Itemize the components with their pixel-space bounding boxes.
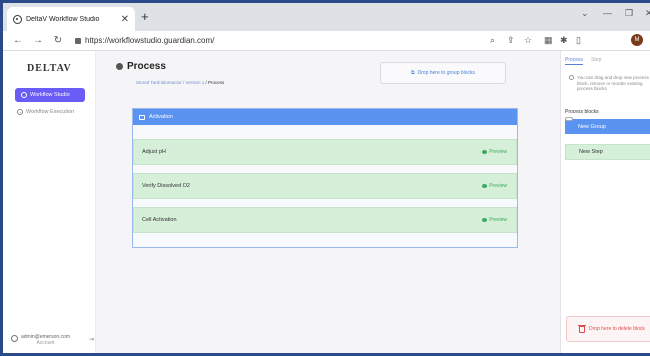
sidebar-item-label: Workflow Studio xyxy=(30,92,70,98)
reload-icon[interactable]: ↻ xyxy=(53,35,63,46)
sidebar-item-workflow-execution[interactable]: Workflow Execution xyxy=(17,109,74,115)
process-group-container[interactable]: Activation Adjust pH Preview Verify Diss… xyxy=(132,108,518,248)
step-block[interactable]: Cell Activation Preview xyxy=(133,207,517,233)
process-icon xyxy=(116,63,123,70)
preview-label: Preview xyxy=(489,217,507,223)
new-group-block[interactable]: New Group xyxy=(565,119,650,134)
page-title: Process xyxy=(116,61,166,72)
tab-close-icon[interactable]: ✕ xyxy=(121,14,129,25)
preview-button[interactable]: Preview xyxy=(482,183,507,189)
group-header[interactable]: Activation xyxy=(133,109,517,125)
sidebar: DELTAV Workflow Studio Workflow Executio… xyxy=(3,51,96,353)
tab-title: DeltaV Workflow Studio xyxy=(26,15,100,23)
tab-process[interactable]: Process xyxy=(565,57,584,65)
trash-icon xyxy=(578,324,586,333)
sidebar-item-workflow-studio[interactable]: Workflow Studio xyxy=(15,88,85,102)
site-favicon-icon xyxy=(13,14,22,24)
user-role: Account xyxy=(36,340,55,346)
new-step-block[interactable]: New Step xyxy=(565,144,650,160)
bookmark-star-icon[interactable]: ☆ xyxy=(524,35,532,46)
tab-bar: DeltaV Workflow Studio ✕ + ⌄ — ❐ ✕ xyxy=(3,3,650,31)
right-panel: Process Step You can drag and drop new p… xyxy=(560,51,650,353)
breadcrumb-current: Process xyxy=(208,80,225,85)
user-icon xyxy=(11,335,18,342)
restore-window-icon[interactable]: ❐ xyxy=(625,8,633,19)
tab-step[interactable]: Step xyxy=(591,57,601,65)
zoom-search-icon[interactable]: ⌕ xyxy=(490,35,495,46)
info-icon xyxy=(569,75,574,80)
section-title: Process blocks xyxy=(565,109,599,115)
step-block[interactable]: Adjust pH Preview xyxy=(133,139,517,165)
address-bar: ← → ↻ https://workflowstudio.guardian.co… xyxy=(3,31,650,51)
studio-icon xyxy=(21,92,27,98)
panel-hint: You can drag and drop new process block,… xyxy=(569,75,650,92)
drop-delete-hint: Drop here to delete block xyxy=(589,326,645,332)
lock-icon[interactable] xyxy=(75,37,81,44)
group-name: Activation xyxy=(149,114,173,120)
block-toggle[interactable] xyxy=(565,117,573,121)
step-block[interactable]: Verify Dissolved O2 Preview xyxy=(133,173,517,199)
close-window-icon[interactable]: ✕ xyxy=(645,8,650,19)
sidebar-item-label: Workflow Execution xyxy=(26,109,75,115)
user-account[interactable]: admin@emerson.com Account xyxy=(11,334,70,346)
panel-tabs: Process Step xyxy=(565,57,609,65)
logout-icon[interactable]: ⇥ xyxy=(89,336,94,343)
main-content: Process Stored Tank Bioreactor / Version… xyxy=(96,51,560,353)
new-group-label: New Group xyxy=(578,123,606,130)
breadcrumb-link[interactable]: Stored Tank Bioreactor / Version 1 xyxy=(136,80,204,85)
deltav-logo: DELTAV xyxy=(27,63,72,74)
drop-to-delete-zone[interactable]: Drop here to delete block xyxy=(566,316,650,342)
preview-label: Preview xyxy=(489,183,507,189)
browser-window: DeltaV Workflow Studio ✕ + ⌄ — ❐ ✕ ← → ↻… xyxy=(0,0,650,356)
preview-label: Preview xyxy=(489,149,507,155)
group-drop-icon: ⧉ xyxy=(410,70,415,76)
new-tab-button[interactable]: + xyxy=(141,9,149,25)
tab-search-chevron-down-icon[interactable]: ⌄ xyxy=(581,8,589,19)
step-name: Cell Activation xyxy=(142,217,177,223)
minimize-icon[interactable]: — xyxy=(603,8,612,18)
url-field[interactable]: https://workflowstudio.guardian.com/ xyxy=(85,36,214,45)
back-arrow-icon[interactable]: ← xyxy=(13,35,23,46)
forward-arrow-icon[interactable]: → xyxy=(33,35,43,46)
eye-icon xyxy=(482,150,488,154)
breadcrumb: Stored Tank Bioreactor / Version 1 / Pro… xyxy=(136,80,225,85)
side-panel-icon[interactable]: ▯ xyxy=(576,35,581,46)
step-name: Adjust pH xyxy=(142,149,166,155)
folder-icon xyxy=(139,114,145,120)
drop-group-hint: Drop here to group blocks xyxy=(417,70,476,76)
new-step-label: New Step xyxy=(579,149,603,155)
preview-button[interactable]: Preview xyxy=(482,149,507,155)
page-title-text: Process xyxy=(127,61,166,72)
browser-tab[interactable]: DeltaV Workflow Studio ✕ xyxy=(7,7,135,31)
play-icon xyxy=(17,109,23,115)
eye-icon xyxy=(482,218,488,222)
extension-icon[interactable]: ▦ xyxy=(544,35,553,46)
eye-icon xyxy=(482,184,488,188)
profile-avatar[interactable]: M xyxy=(631,34,643,46)
drop-to-group-zone[interactable]: ⧉ Drop here to group blocks xyxy=(380,62,506,84)
step-name: Verify Dissolved O2 xyxy=(142,183,190,189)
puzzle-icon[interactable]: ✱ xyxy=(560,35,568,46)
preview-button[interactable]: Preview xyxy=(482,217,507,223)
share-icon[interactable]: ⇪ xyxy=(507,35,515,46)
panel-hint-text: You can drag and drop new process block,… xyxy=(577,75,649,91)
